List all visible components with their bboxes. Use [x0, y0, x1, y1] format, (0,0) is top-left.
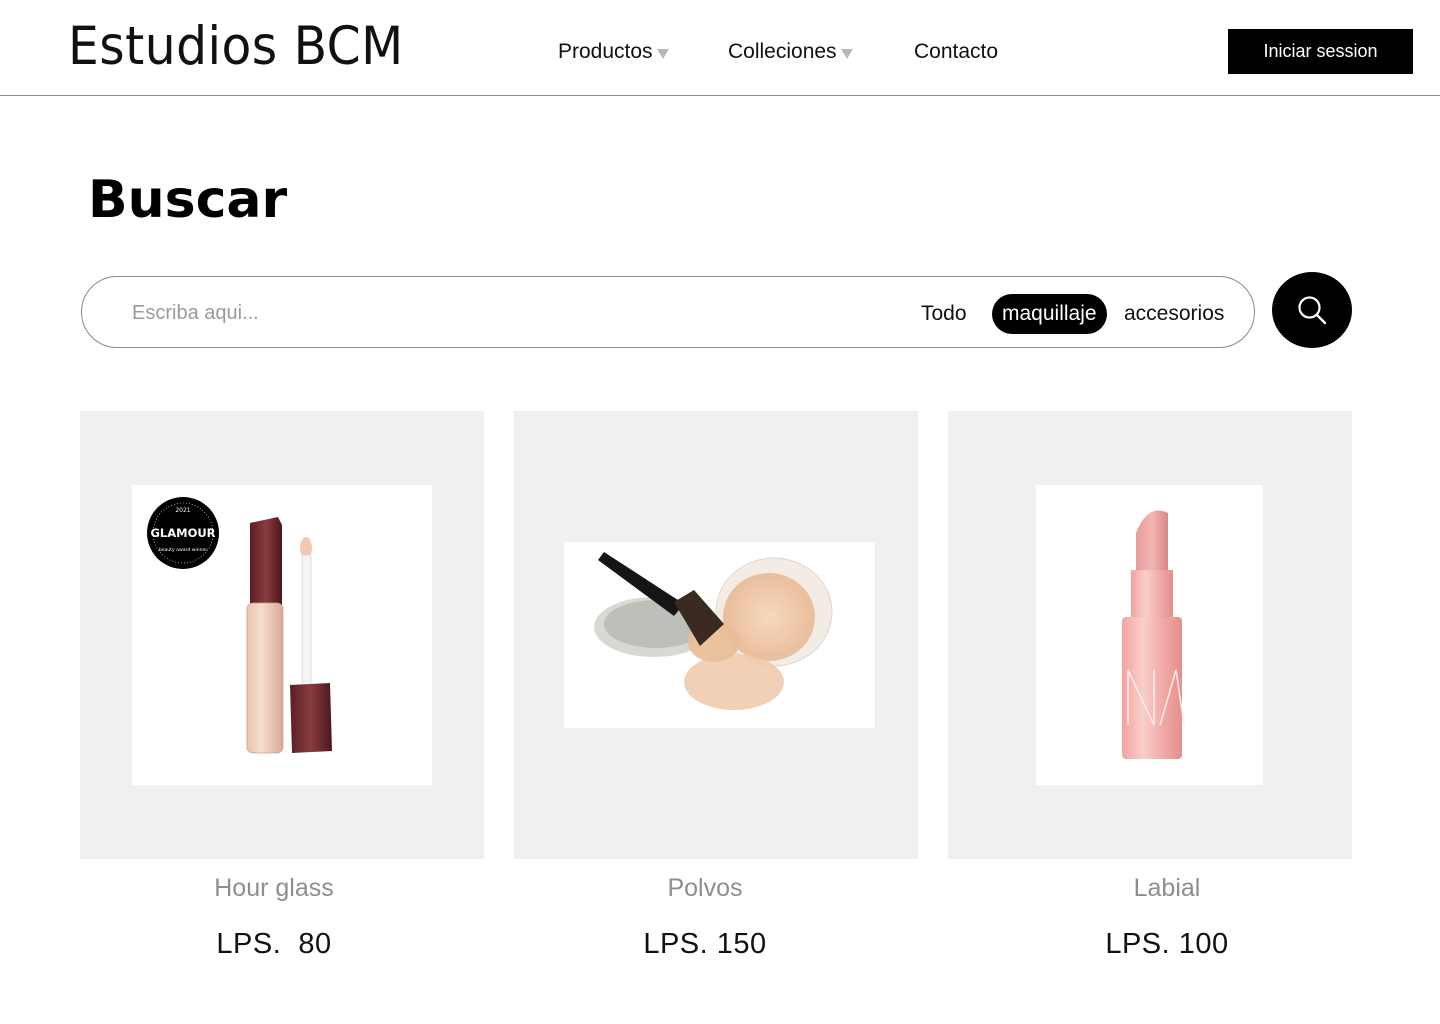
page-title: Buscar	[88, 170, 288, 230]
product-card-polvos[interactable]	[514, 411, 918, 859]
product-price: LPS. 150	[643, 928, 767, 960]
product-price: LPS. 80	[216, 928, 332, 960]
nav-colleciones[interactable]: Colleciones	[728, 40, 853, 64]
product-card-labial[interactable]	[948, 411, 1352, 859]
svg-text:2021: 2021	[175, 507, 190, 514]
filter-todo[interactable]: Todo	[911, 294, 977, 334]
nav-productos[interactable]: Productos	[558, 40, 669, 64]
svg-text:GLAMOUR: GLAMOUR	[150, 526, 215, 540]
search-bar: Todo maquillaje accesorios	[81, 276, 1255, 348]
nav-contacto[interactable]: Contacto	[914, 40, 998, 64]
svg-text:beauty award winner: beauty award winner	[159, 547, 208, 553]
product-name: Labial	[1133, 874, 1201, 902]
product-card-hourglass[interactable]: 2021 GLAMOUR beauty award winner	[80, 411, 484, 859]
product-name: Hour glass	[214, 874, 334, 902]
nav-productos-label: Productos	[558, 40, 653, 63]
product-price: LPS. 100	[1105, 928, 1229, 960]
filter-maquillaje[interactable]: maquillaje	[992, 294, 1107, 334]
nav-colleciones-label: Colleciones	[728, 40, 837, 63]
product-name: Polvos	[667, 874, 743, 902]
product-image-polvos	[564, 542, 875, 728]
filter-accesorios[interactable]: accesorios	[1114, 294, 1234, 334]
product-image-labial	[1036, 485, 1263, 785]
caret-down-icon	[656, 49, 669, 59]
award-badge-icon: 2021 GLAMOUR beauty award winner	[147, 497, 219, 569]
search-button[interactable]	[1272, 272, 1352, 348]
caret-down-icon	[840, 49, 853, 59]
brand-logo[interactable]: Estudios BCM	[68, 16, 404, 77]
nav-contacto-label: Contacto	[914, 40, 999, 63]
top-header: Estudios BCM Productos Colleciones Conta…	[0, 0, 1440, 96]
product-image-hourglass: 2021 GLAMOUR beauty award winner	[132, 485, 432, 785]
search-icon	[1298, 296, 1327, 325]
login-button[interactable]: Iniciar session	[1228, 29, 1413, 74]
search-input[interactable]	[132, 295, 832, 331]
